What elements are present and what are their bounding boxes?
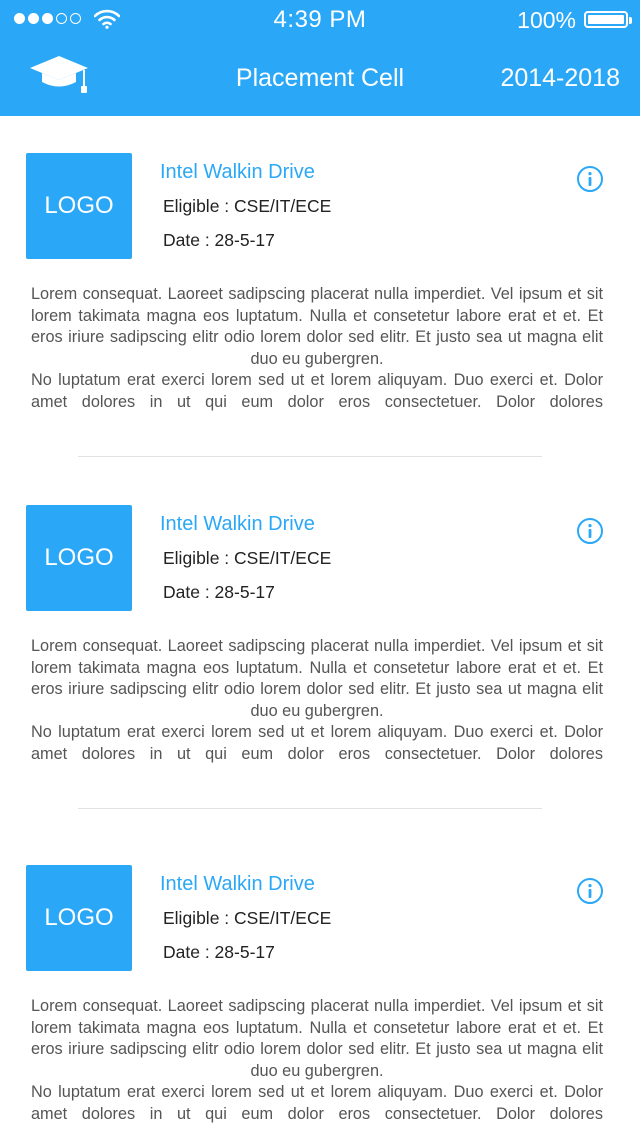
description-paragraph: Lorem consequat. Laoreet sadipscing plac… [31, 637, 603, 720]
company-logo: LOGO [26, 153, 132, 259]
batch-label: 2014-2018 [500, 64, 620, 92]
eligibility-text: Eligible : CSE/IT/ECE [163, 908, 332, 928]
description-paragraph: No luptatum erat exerci lorem sed ut et … [31, 371, 603, 411]
drive-title[interactable]: Intel Walkin Drive [160, 873, 315, 896]
info-icon[interactable] [576, 517, 604, 545]
drive-title[interactable]: Intel Walkin Drive [160, 513, 315, 536]
description-paragraph: Lorem consequat. Laoreet sadipscing plac… [31, 997, 603, 1080]
drive-description: Lorem consequat. Laoreet sadipscing plac… [31, 636, 603, 766]
company-logo: LOGO [26, 865, 132, 971]
drive-date: Date : 28-5-17 [163, 942, 275, 962]
description-paragraph: No luptatum erat exerci lorem sed ut et … [31, 1083, 603, 1123]
app-header: 4:39 PM 100% Placement Cell 2014-2018 [0, 0, 640, 116]
info-icon[interactable] [576, 165, 604, 193]
card-divider [78, 456, 542, 457]
drive-date: Date : 28-5-17 [163, 582, 275, 602]
status-bar: 4:39 PM 100% [0, 0, 640, 40]
logo-label: LOGO [44, 904, 114, 931]
eligibility-text: Eligible : CSE/IT/ECE [163, 548, 332, 568]
battery-percentage: 100% [517, 7, 576, 33]
drive-date: Date : 28-5-17 [163, 230, 275, 250]
battery-fill [588, 15, 624, 24]
eligibility-text: Eligible : CSE/IT/ECE [163, 196, 332, 216]
logo-label: LOGO [44, 192, 114, 219]
description-paragraph: No luptatum erat exerci lorem sed ut et … [31, 723, 603, 763]
drive-description: Lorem consequat. Laoreet sadipscing plac… [31, 996, 603, 1126]
company-logo: LOGO [26, 505, 132, 611]
info-icon[interactable] [576, 877, 604, 905]
description-paragraph: Lorem consequat. Laoreet sadipscing plac… [31, 285, 603, 368]
card-divider [78, 808, 542, 809]
drive-description: Lorem consequat. Laoreet sadipscing plac… [31, 284, 603, 414]
placement-cell-screen: 4:39 PM 100% Placement Cell 2014-2018 LO… [0, 0, 640, 1136]
drive-title[interactable]: Intel Walkin Drive [160, 161, 315, 184]
logo-label: LOGO [44, 544, 114, 571]
nav-bar: Placement Cell 2014-2018 [0, 40, 640, 116]
battery-icon [584, 11, 632, 28]
